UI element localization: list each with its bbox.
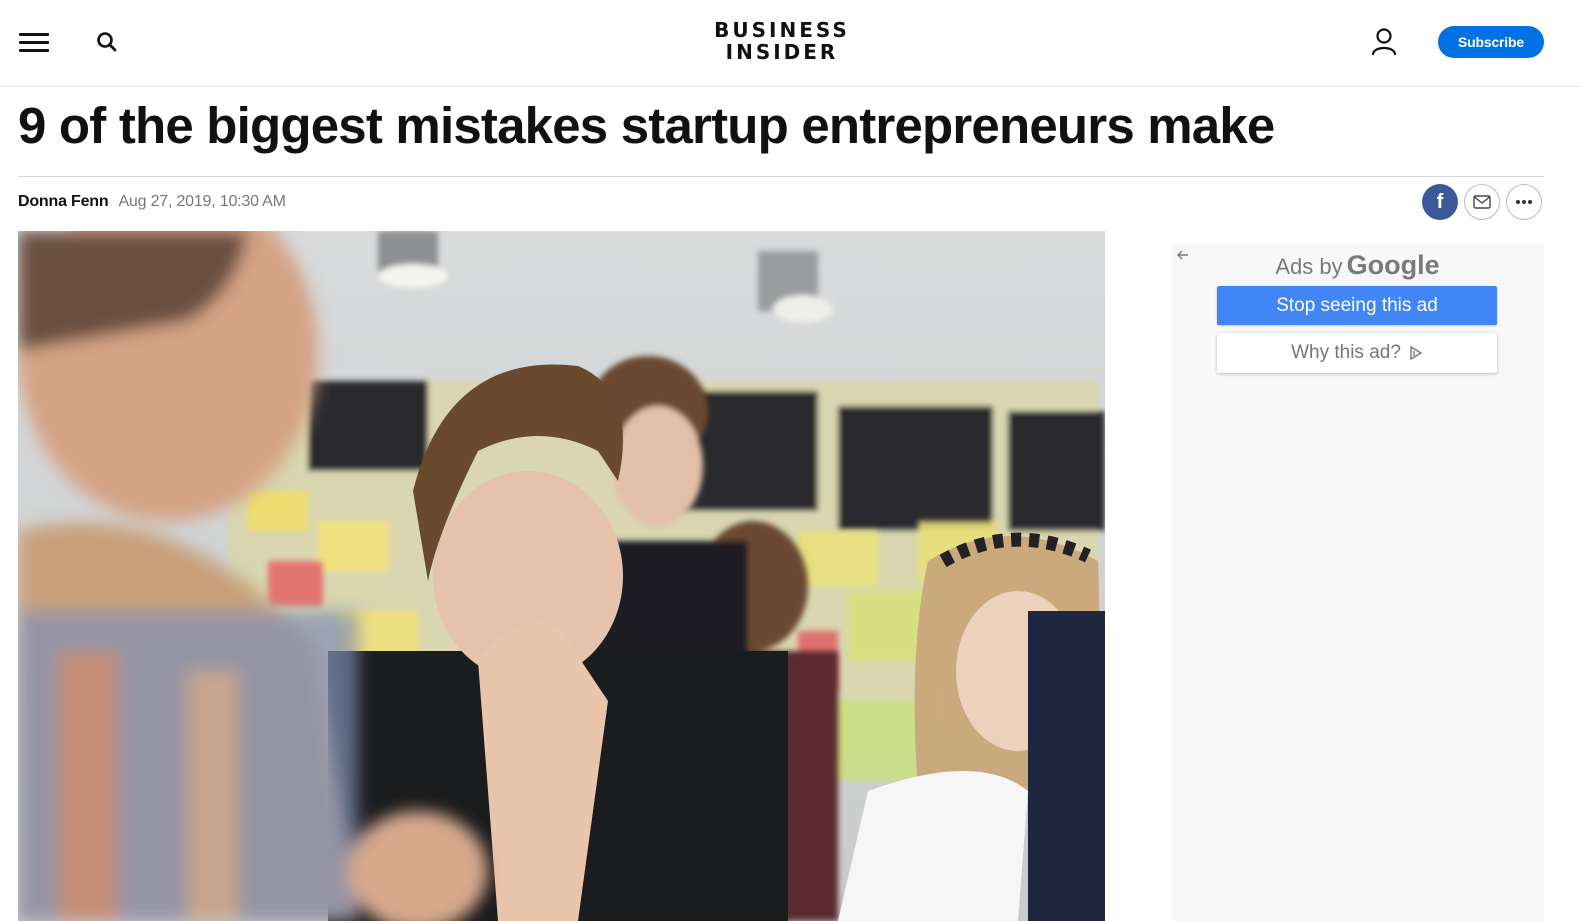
author-link[interactable]: Donna Fenn bbox=[18, 193, 109, 211]
article-hero-image bbox=[18, 231, 1105, 921]
more-icon bbox=[1516, 200, 1532, 204]
search-icon[interactable] bbox=[94, 29, 120, 55]
ads-by-text: Ads by bbox=[1275, 254, 1343, 279]
byline: Donna Fenn Aug 27, 2019, 10:30 AM bbox=[18, 190, 286, 214]
more-share-button[interactable] bbox=[1506, 184, 1542, 220]
adchoices-icon bbox=[1410, 346, 1423, 360]
site-logo[interactable]: BUSINESS INSIDER bbox=[700, 19, 864, 63]
stop-seeing-ad-button[interactable]: Stop seeing this ad bbox=[1217, 286, 1497, 325]
email-share-button[interactable] bbox=[1464, 184, 1500, 220]
google-ad-panel: Ads by Google Stop seeing this ad Why thi… bbox=[1171, 244, 1544, 921]
why-this-ad-button[interactable]: Why this ad? bbox=[1217, 333, 1497, 373]
subscribe-button[interactable]: Subscribe bbox=[1438, 26, 1544, 58]
menu-icon[interactable] bbox=[19, 31, 49, 53]
facebook-icon: f bbox=[1436, 190, 1444, 213]
why-this-ad-label: Why this ad? bbox=[1291, 342, 1401, 363]
ads-by-google-label: Ads by Google bbox=[1171, 250, 1544, 281]
publish-date: Aug 27, 2019, 10:30 AM bbox=[118, 193, 286, 210]
email-icon bbox=[1473, 195, 1491, 209]
google-wordmark: Google bbox=[1346, 250, 1440, 280]
headline-divider bbox=[18, 176, 1544, 177]
article-headline: 9 of the biggest mistakes startup entrep… bbox=[18, 97, 1275, 154]
facebook-share-button[interactable]: f bbox=[1422, 184, 1458, 220]
logo-line-2: INSIDER bbox=[725, 40, 839, 64]
account-icon[interactable] bbox=[1370, 27, 1398, 57]
logo-line-1: BUSINESS bbox=[714, 18, 850, 42]
site-header: BUSINESS INSIDER Subscribe bbox=[0, 0, 1580, 87]
